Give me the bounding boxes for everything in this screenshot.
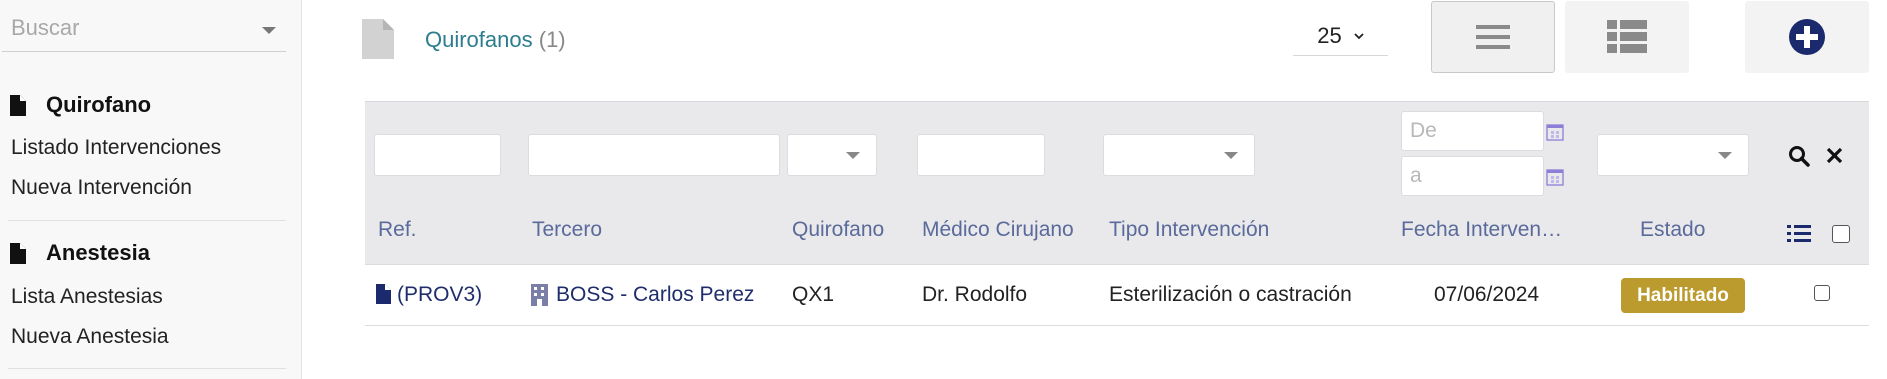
status-badge: Habilitado bbox=[1621, 278, 1745, 313]
chevron-down-icon bbox=[846, 152, 860, 159]
row-quirofano: QX1 bbox=[792, 283, 835, 306]
document-icon bbox=[10, 242, 26, 264]
row-checkbox[interactable] bbox=[1814, 285, 1830, 301]
kanban-view-button[interactable] bbox=[1565, 1, 1689, 73]
row-tipo: Esterilización o castración bbox=[1109, 283, 1352, 306]
column-options-icon[interactable] bbox=[1787, 224, 1811, 244]
row-medico: Dr. Rodolfo bbox=[922, 283, 1028, 306]
list-view-icon bbox=[1476, 25, 1510, 49]
column-header-quirofano[interactable]: Quirofano bbox=[792, 218, 884, 242]
document-icon bbox=[10, 94, 26, 116]
document-icon bbox=[362, 19, 394, 64]
calendar-icon[interactable] bbox=[1546, 168, 1564, 186]
row-fecha: 07/06/2024 bbox=[1434, 283, 1540, 306]
document-icon bbox=[376, 284, 391, 304]
search-icon[interactable] bbox=[1788, 145, 1810, 167]
calendar-icon[interactable] bbox=[1546, 123, 1564, 141]
chevron-down-icon[interactable] bbox=[262, 27, 276, 34]
filter-medico-input[interactable] bbox=[917, 134, 1045, 176]
page-title: Quirofanos (1) bbox=[425, 27, 566, 53]
add-button[interactable] bbox=[1745, 1, 1869, 73]
column-header-tercero[interactable]: Tercero bbox=[532, 218, 602, 242]
close-icon[interactable] bbox=[1826, 147, 1843, 164]
column-header-medico[interactable]: Médico Cirujano bbox=[922, 218, 1074, 242]
building-icon bbox=[531, 284, 548, 306]
filter-tipo-select[interactable] bbox=[1103, 134, 1255, 176]
kanban-view-icon bbox=[1607, 20, 1647, 53]
menu-link-nueva-intervencion[interactable]: Nueva Intervención bbox=[11, 176, 192, 200]
filter-date-from-input[interactable] bbox=[1401, 111, 1544, 151]
chevron-down-icon bbox=[1718, 152, 1732, 159]
menu-link-nueva-anestesia[interactable]: Nueva Anestesia bbox=[11, 325, 169, 349]
plus-circle-icon bbox=[1789, 19, 1825, 55]
record-count: (1) bbox=[538, 27, 566, 52]
filter-tercero-input[interactable] bbox=[528, 134, 780, 176]
sidebar: Quirofano Listado Intervenciones Nueva I… bbox=[0, 0, 302, 379]
menu-divider bbox=[8, 368, 286, 369]
row-ref-link[interactable]: (PROV3) bbox=[397, 283, 482, 307]
menu-title-quirofano[interactable]: Quirofano bbox=[10, 90, 151, 120]
filter-date-to-input[interactable] bbox=[1401, 156, 1544, 196]
search-input[interactable] bbox=[2, 8, 251, 48]
menu-link-listado-intervenciones[interactable]: Listado Intervenciones bbox=[11, 136, 221, 160]
page-title-text: Quirofanos bbox=[425, 27, 533, 52]
menu-title-anestesia[interactable]: Anestesia bbox=[10, 238, 150, 268]
sidebar-search[interactable] bbox=[2, 8, 286, 52]
column-header-ref[interactable]: Ref. bbox=[378, 218, 417, 242]
list-view-button[interactable] bbox=[1431, 1, 1555, 73]
menu-title-label: Quirofano bbox=[46, 92, 152, 117]
per-page-select[interactable]: 25 bbox=[1293, 17, 1388, 56]
per-page-value: 25 bbox=[1317, 23, 1342, 48]
row-tercero-link[interactable]: BOSS - Carlos Perez bbox=[556, 283, 754, 307]
column-header-estado[interactable]: Estado bbox=[1640, 218, 1705, 242]
column-header-fecha[interactable]: Fecha Interven… bbox=[1401, 218, 1562, 242]
filter-ref-input[interactable] bbox=[374, 134, 501, 176]
menu-divider bbox=[8, 220, 286, 221]
menu-title-label: Anestesia bbox=[46, 240, 150, 265]
chevron-down-icon bbox=[1354, 33, 1364, 40]
menu-link-lista-anestesias[interactable]: Lista Anestesias bbox=[11, 285, 163, 309]
column-header-tipo[interactable]: Tipo Intervención bbox=[1109, 218, 1269, 242]
filter-estado-select[interactable] bbox=[1597, 134, 1749, 176]
select-all-checkbox[interactable] bbox=[1832, 225, 1850, 243]
chevron-down-icon bbox=[1224, 152, 1238, 159]
filter-quirofano-select[interactable] bbox=[787, 134, 877, 176]
